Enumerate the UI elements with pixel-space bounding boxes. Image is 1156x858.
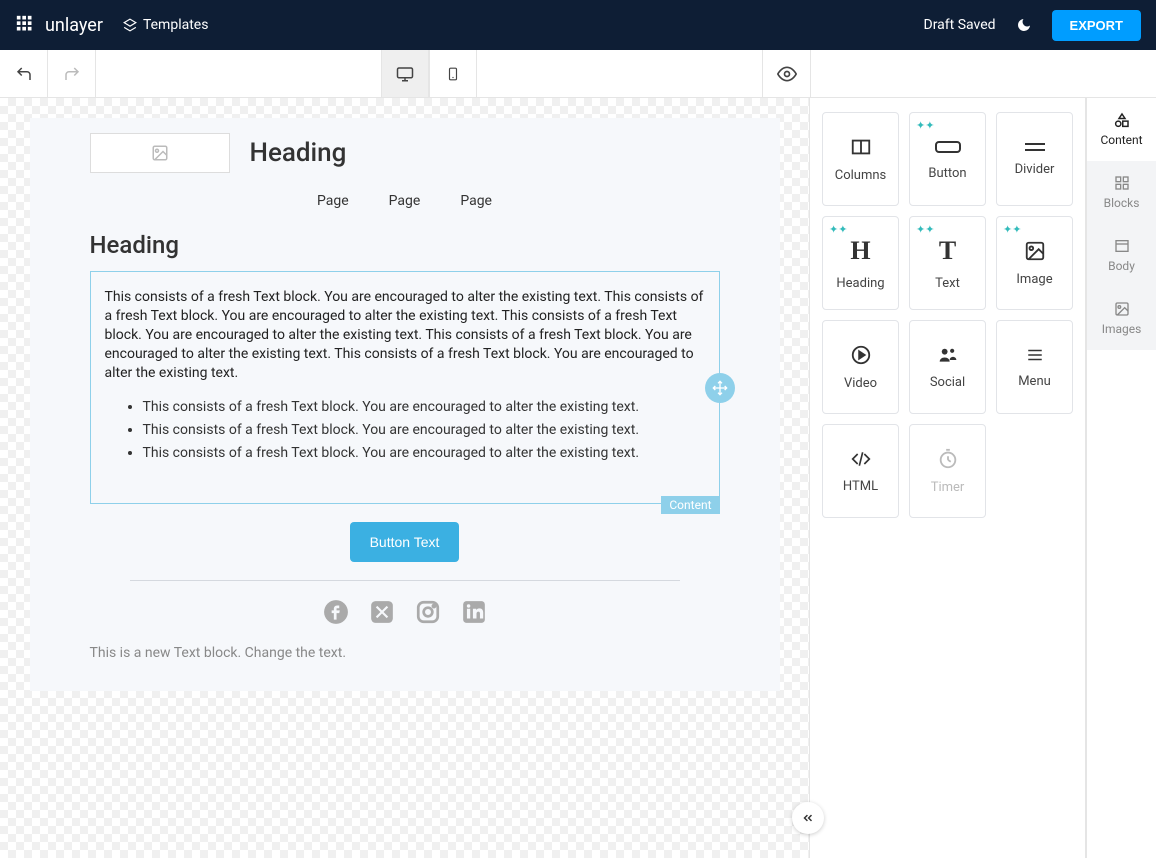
heading-block-body[interactable]: Heading xyxy=(90,231,720,259)
block-label: Columns xyxy=(835,168,887,183)
image-placeholder[interactable] xyxy=(90,133,230,173)
menu-block[interactable]: Page Page Page xyxy=(90,193,720,209)
x-twitter-icon[interactable] xyxy=(369,599,395,625)
block-label: Image xyxy=(1016,272,1052,287)
design-canvas[interactable]: Heading Page Page Page Heading This cons… xyxy=(0,98,810,858)
menu-icon xyxy=(1024,346,1046,364)
html-icon xyxy=(848,449,874,469)
block-label: HTML xyxy=(843,479,878,494)
block-card-text[interactable]: ✦✦ T Text xyxy=(909,216,986,310)
block-label: Text xyxy=(935,276,960,291)
footer-text-block[interactable]: This is a new Text block. Change the tex… xyxy=(90,645,720,661)
ai-sparkle-icon: ✦✦ xyxy=(916,119,934,132)
menu-item[interactable]: Page xyxy=(389,193,421,209)
instagram-icon[interactable] xyxy=(415,599,441,625)
ai-sparkle-icon: ✦✦ xyxy=(1003,223,1021,236)
draft-saved-status: Draft Saved xyxy=(924,17,996,33)
layers-icon xyxy=(123,18,137,32)
collapse-panel-button[interactable] xyxy=(792,802,824,834)
ai-sparkle-icon: ✦✦ xyxy=(916,223,934,236)
toolbar xyxy=(0,50,1156,98)
social-block[interactable] xyxy=(90,599,720,625)
preview-button[interactable] xyxy=(762,50,810,97)
menu-item[interactable]: Page xyxy=(460,193,492,209)
device-mobile-button[interactable] xyxy=(429,50,477,97)
button-block[interactable]: Button Text xyxy=(350,522,460,562)
text-icon: T xyxy=(939,236,956,266)
block-card-divider[interactable]: Divider xyxy=(996,112,1073,206)
block-card-menu[interactable]: Menu xyxy=(996,320,1073,414)
facebook-icon[interactable] xyxy=(323,599,349,625)
text-block-selected[interactable]: This consists of a fresh Text block. You… xyxy=(90,271,720,504)
divider-block[interactable] xyxy=(130,580,680,581)
templates-link[interactable]: Templates xyxy=(123,17,209,33)
rail-tab-blocks[interactable]: Blocks xyxy=(1087,161,1156,224)
selection-label: Content xyxy=(661,496,719,514)
brand-name: unlayer xyxy=(45,15,103,36)
block-card-social[interactable]: Social xyxy=(909,320,986,414)
block-label: Social xyxy=(930,375,965,390)
block-label: Timer xyxy=(931,480,965,495)
rail-label: Content xyxy=(1100,133,1142,147)
brand-icon xyxy=(15,14,37,36)
undo-button[interactable] xyxy=(0,50,48,97)
export-button[interactable]: EXPORT xyxy=(1052,10,1141,41)
text-bullet[interactable]: This consists of a fresh Text block. You… xyxy=(143,444,705,463)
timer-icon xyxy=(937,448,959,470)
heading-icon: H xyxy=(850,236,870,266)
block-card-video[interactable]: Video xyxy=(822,320,899,414)
block-card-button[interactable]: ✦✦ Button xyxy=(909,112,986,206)
brand-logo: unlayer xyxy=(15,14,103,36)
menu-item[interactable]: Page xyxy=(317,193,349,209)
email-body: Heading Page Page Page Heading This cons… xyxy=(30,118,780,691)
button-icon xyxy=(934,138,962,156)
block-card-html[interactable]: HTML xyxy=(822,424,899,518)
templates-label: Templates xyxy=(143,17,209,33)
content-blocks-panel: Columns✦✦ButtonDivider✦✦HHeading✦✦TText✦… xyxy=(810,98,1086,858)
images-tab-icon xyxy=(1113,301,1131,317)
app-header: unlayer Templates Draft Saved EXPORT xyxy=(0,0,1156,50)
linkedin-icon[interactable] xyxy=(461,599,487,625)
block-card-image[interactable]: ✦✦ Image xyxy=(996,216,1073,310)
text-bullet[interactable]: This consists of a fresh Text block. You… xyxy=(143,398,705,417)
dark-mode-toggle[interactable] xyxy=(1016,17,1032,33)
block-label: Video xyxy=(844,376,877,391)
drag-handle[interactable] xyxy=(705,373,735,403)
block-card-timer: Timer xyxy=(909,424,986,518)
content-tab-icon xyxy=(1113,112,1131,128)
social-icon xyxy=(936,345,960,365)
rail-label: Blocks xyxy=(1104,196,1140,210)
device-desktop-button[interactable] xyxy=(381,50,429,97)
text-paragraph[interactable]: This consists of a fresh Text block. You… xyxy=(105,288,705,382)
rail-tab-content[interactable]: Content xyxy=(1087,98,1156,161)
body-tab-icon xyxy=(1113,238,1131,254)
text-bullet[interactable]: This consists of a fresh Text block. You… xyxy=(143,421,705,440)
rail-label: Images xyxy=(1102,322,1142,336)
ai-sparkle-icon: ✦✦ xyxy=(829,223,847,236)
rail-tab-body[interactable]: Body xyxy=(1087,224,1156,287)
redo-button[interactable] xyxy=(48,50,96,97)
block-card-columns[interactable]: Columns xyxy=(822,112,899,206)
blocks-tab-icon xyxy=(1113,175,1131,191)
block-label: Heading xyxy=(836,276,884,291)
video-icon xyxy=(850,344,872,366)
rail-label: Body xyxy=(1108,259,1135,273)
columns-icon xyxy=(849,136,873,158)
side-rail: Content Blocks Body Images xyxy=(1086,98,1156,858)
block-label: Button xyxy=(928,166,966,181)
block-label: Menu xyxy=(1018,374,1051,389)
rail-tab-images[interactable]: Images xyxy=(1087,287,1156,350)
block-card-heading[interactable]: ✦✦H Heading xyxy=(822,216,899,310)
heading-block-top[interactable]: Heading xyxy=(250,138,347,168)
divider-icon xyxy=(1023,142,1047,152)
block-label: Divider xyxy=(1015,162,1055,177)
image-icon xyxy=(1024,240,1046,262)
